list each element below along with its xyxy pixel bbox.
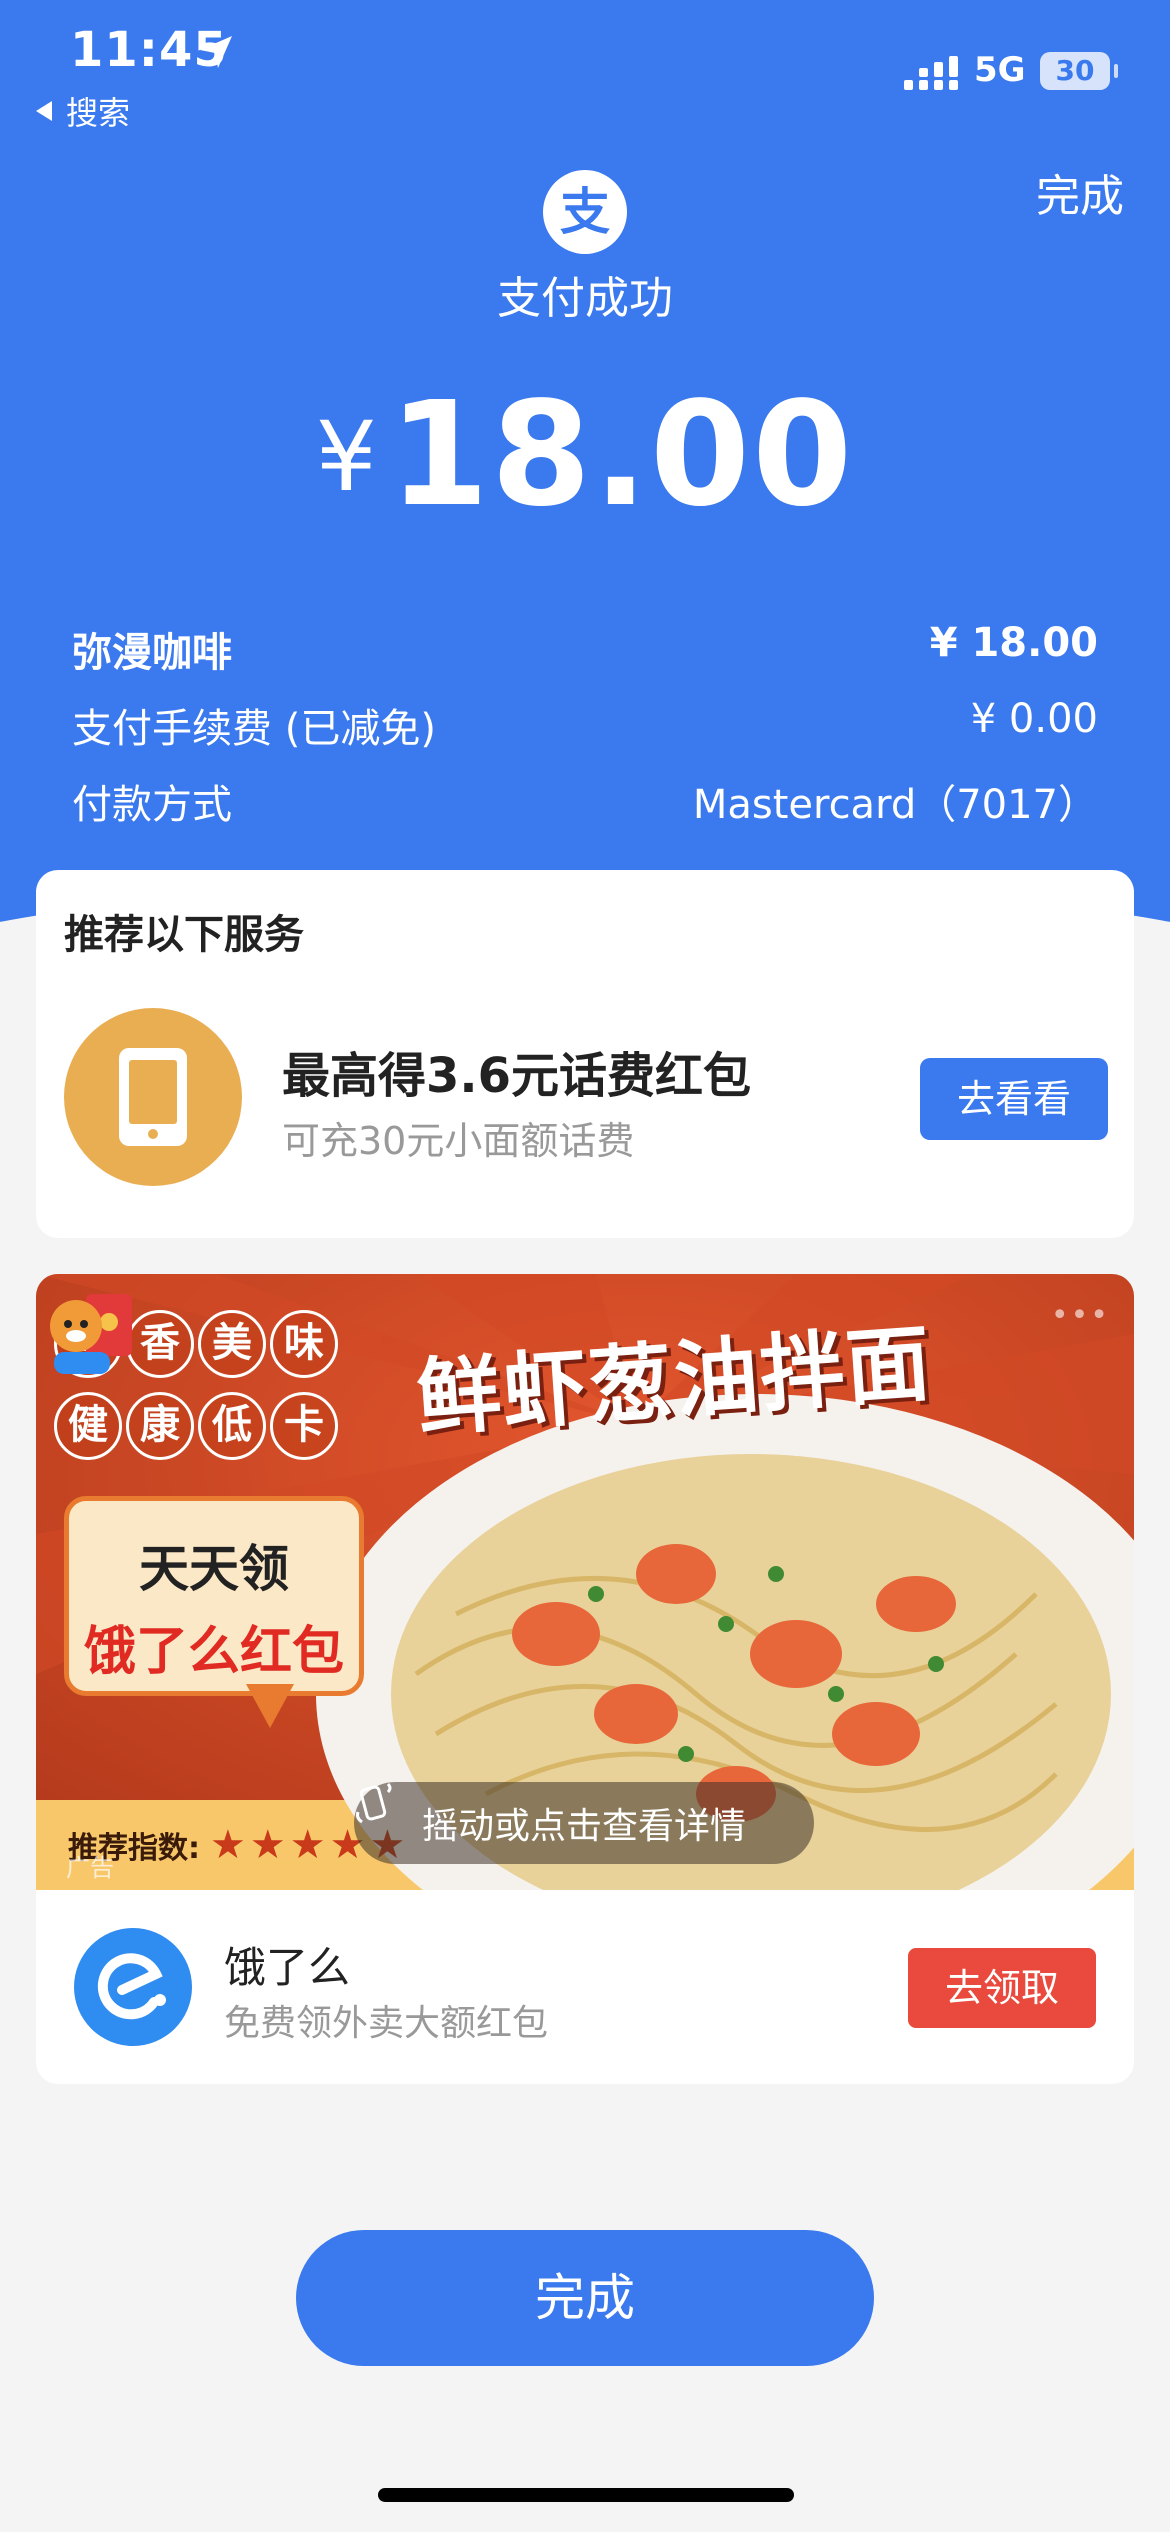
shake-phone-icon [356,1782,392,1824]
detail-label: 付款方式 [72,782,232,828]
payment-success-screen: 11:45 搜索 5G 30 完成 支 支付成功 ¥18.00 弥漫咖啡 ¥ 1… [0,0,1170,2532]
detail-value: ¥ 18.00 [929,620,1098,666]
shake-text: 摇动或点击查看详情 [421,1806,746,1847]
payment-amount: ¥18.00 [0,370,1170,538]
detail-label: 支付手续费 (已减免) [72,706,436,752]
ad-tag: 健 [54,1392,122,1460]
eleme-brand-name: 饿了么 [224,1943,351,1992]
ad-banner[interactable]: ••• 鲜 香 美 味 健 康 低 卡 鲜虾葱油拌面 天天领 饿了么红包 [36,1274,1134,1890]
ad-more-button[interactable]: ••• [1051,1298,1110,1333]
detail-row-fee: 支付手续费 (已减免) ¥ 0.00 [72,696,1098,754]
detail-row-payment-method: 付款方式 Mastercard（7017） [72,772,1098,830]
eleme-brand-subtitle: 免费领外卖大额红包 [224,2003,549,2044]
amount-value: 18.00 [388,370,855,538]
location-arrow-icon [200,36,232,68]
battery-icon: 30 [1040,52,1118,90]
done-top-button[interactable]: 完成 [1036,160,1124,224]
ad-speech-bubble: 天天领 饿了么红包 [64,1496,364,1696]
detail-value: ¥ 0.00 [970,696,1098,742]
promo-title: 最高得3.6元话费红包 [282,1048,752,1104]
payment-status-title: 支付成功 [497,273,673,324]
back-to-search-button[interactable]: 搜索 [36,88,130,134]
bubble-line-2: 饿了么红包 [83,1622,344,1682]
eleme-logo-icon [74,1928,192,2046]
signal-icon [904,56,958,90]
recommend-card: 推荐以下服务 最高得3.6元话费红包 可充30元小面额话费 去看看 [36,870,1134,1238]
recommend-title: 推荐以下服务 [64,912,304,958]
promo-subtitle: 可充30元小面额话费 [282,1119,635,1163]
back-app-label: 搜索 [66,94,131,132]
claim-button[interactable]: 去领取 [908,1948,1096,2028]
done-button[interactable]: 完成 [296,2230,874,2366]
ad-label: 广告 [66,1854,114,1882]
detail-label: 弥漫咖啡 [72,630,232,676]
ad-tag: 低 [198,1392,266,1460]
bubble-line-1: 天天领 [139,1540,289,1598]
ad-tag: 卡 [270,1392,338,1460]
ad-tag: 美 [198,1310,266,1378]
detail-value: Mastercard（7017） [692,782,1098,828]
bubble-tail [246,1684,294,1728]
view-promo-button[interactable]: 去看看 [920,1058,1108,1140]
ad-tag: 康 [126,1392,194,1460]
phone-icon [119,1048,187,1146]
ad-card: ••• 鲜 香 美 味 健 康 低 卡 鲜虾葱油拌面 天天领 饿了么红包 [36,1274,1134,2084]
shake-or-tap-prompt[interactable]: 摇动或点击查看详情 [354,1782,814,1864]
currency-symbol: ¥ [315,401,377,513]
back-triangle-icon [36,101,52,121]
phone-bill-icon-circle [64,1008,242,1186]
mascot-icon [50,1294,132,1374]
network-type: 5G [974,50,1026,90]
ad-tag: 味 [270,1310,338,1378]
alipay-logo-icon: 支 [543,170,627,254]
detail-row-merchant: 弥漫咖啡 ¥ 18.00 [72,620,1098,678]
home-indicator[interactable] [378,2488,794,2502]
